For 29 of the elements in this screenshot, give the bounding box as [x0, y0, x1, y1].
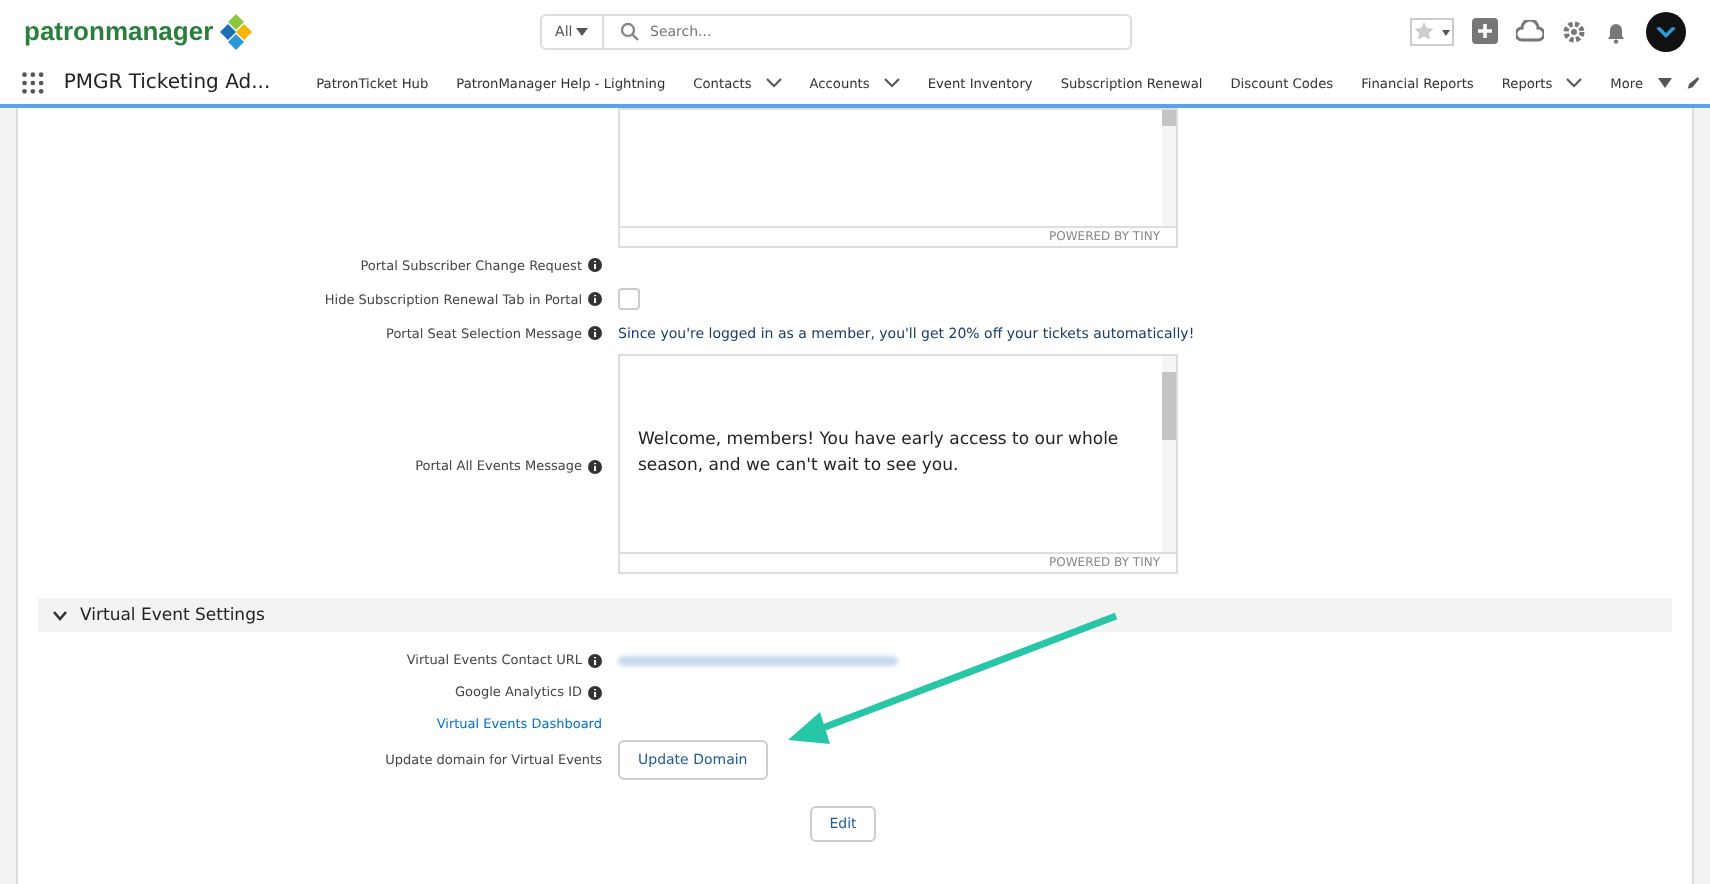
chevron-icon	[52, 607, 68, 623]
info-icon	[588, 292, 602, 306]
info-icon	[588, 653, 602, 667]
add-icon[interactable]	[1472, 18, 1498, 44]
cloud-icon[interactable]	[1516, 19, 1544, 43]
section-header[interactable]: Virtual Event Settings	[38, 598, 1672, 632]
scrollbar[interactable]	[1162, 110, 1176, 226]
scrollbar[interactable]	[1162, 356, 1176, 552]
caret-down-icon	[1657, 78, 1672, 88]
app-name: PMGR Ticketing Ad...	[63, 72, 271, 94]
logo-icon	[217, 13, 254, 49]
app-launcher-icon[interactable]	[22, 70, 44, 96]
info-icon	[588, 326, 602, 340]
avatar-icon[interactable]	[1646, 11, 1686, 51]
chevron-down-icon	[765, 78, 782, 88]
editor-text: Welcome, members! You have early access to our whole season, and we can't wait to see you.	[638, 428, 1121, 480]
info-icon	[588, 258, 602, 272]
caret-down-icon	[576, 27, 589, 35]
section-title: Virtual Event Settings	[80, 605, 265, 625]
notifications-icon[interactable]	[1604, 19, 1628, 43]
search-icon	[620, 21, 640, 41]
settings-icon[interactable]	[1562, 19, 1586, 43]
info-icon	[588, 685, 602, 699]
logo-text: patronmanager	[24, 16, 214, 46]
checkbox[interactable]	[618, 288, 640, 310]
edit-icon[interactable]	[1685, 74, 1700, 92]
chevron-down-icon	[1566, 78, 1583, 88]
chevron-down-icon	[883, 78, 900, 88]
info-icon	[588, 459, 602, 473]
